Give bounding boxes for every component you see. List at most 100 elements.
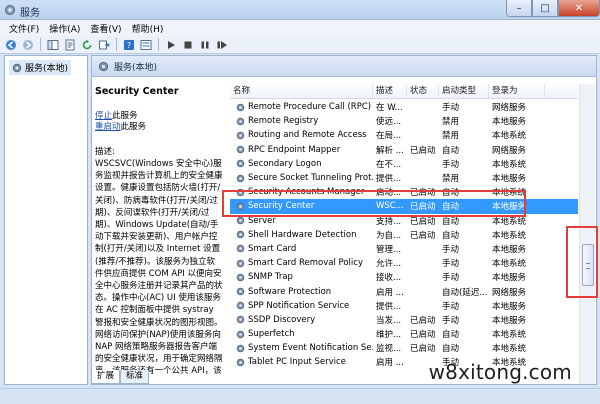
column-header-name[interactable]: 名称 — [230, 84, 373, 98]
restart-service-suffix: 此服务 — [120, 122, 147, 132]
console-tree-pane: 服务(本地) — [4, 55, 88, 385]
toolbar: ? — [0, 36, 600, 54]
help-button[interactable]: ? — [122, 38, 136, 52]
forward-arrow-icon — [23, 39, 33, 50]
service-desc-cell: 允许... — [376, 259, 402, 270]
column-header-startup-type[interactable]: 启动类型 — [439, 84, 489, 98]
export-button[interactable] — [97, 38, 111, 52]
back-button[interactable] — [4, 38, 18, 52]
service-logon-cell: 本地服务 — [492, 244, 527, 255]
table-row[interactable]: Software Protection 启用 ... 自动(延迟... 网络服务 — [230, 284, 578, 298]
maximize-button[interactable]: □ — [532, 0, 558, 17]
console-tree-button[interactable] — [46, 38, 60, 52]
table-row[interactable]: Smart Card 管理... 手动 本地服务 — [230, 242, 578, 256]
table-row[interactable]: SSDP Discovery 当发... 已启动 手动 本地服务 — [230, 313, 578, 327]
service-status-cell: 已启动 — [410, 230, 436, 241]
service-name: RPC Endpoint Mapper — [248, 144, 341, 155]
restart-service-link[interactable]: 重启动 — [95, 122, 121, 132]
column-header-description[interactable]: 描述 — [373, 84, 407, 98]
service-logon-cell: 本地系统 — [492, 159, 527, 170]
table-row[interactable]: Remote Registry 使远... 禁用 本地服务 — [230, 114, 578, 128]
selected-service-title: Security Center — [95, 86, 179, 97]
status-bar — [0, 388, 600, 404]
table-row[interactable]: System Event Notification Se... 监视... 已启动自… — [230, 341, 578, 355]
tab-standard[interactable]: 标准 — [120, 370, 150, 384]
tree-item-services-local[interactable]: 服务(本地) — [9, 60, 72, 75]
menu-action[interactable]: 操作(A) — [44, 22, 85, 35]
service-name-cell: Software Protection — [230, 287, 373, 297]
service-desc-cell: 管理... — [376, 244, 402, 255]
table-row[interactable]: Superfetch 维护... 已启动 自动 本地系统 — [230, 327, 578, 341]
column-header-logon-as[interactable]: 登录为 — [489, 84, 545, 98]
service-name: Software Protection — [248, 286, 332, 297]
service-desc-cell: 在不... — [376, 159, 402, 170]
service-logon-cell: 本地服务 — [492, 117, 527, 128]
gear-icon — [236, 216, 245, 225]
tab-extended[interactable]: 扩展 — [91, 370, 121, 384]
export-icon — [99, 40, 110, 49]
gear-icon — [236, 117, 245, 126]
restart-service-button[interactable] — [215, 38, 229, 52]
start-service-button[interactable] — [164, 38, 178, 52]
service-name-cell: Tablet PC Input Service — [230, 357, 373, 367]
service-name: SNMP Trap — [248, 272, 293, 283]
stop-service-line: 停止此服务 — [95, 111, 223, 122]
gear-icon — [236, 358, 245, 367]
menu-view[interactable]: 查看(V) — [85, 22, 126, 35]
stop-icon — [184, 41, 192, 48]
service-name: Routing and Remote Access — [248, 130, 367, 141]
view-button[interactable] — [139, 38, 153, 52]
table-row[interactable]: SNMP Trap 接收... 手动 本地服务 — [230, 270, 578, 284]
stop-service-button[interactable] — [181, 38, 195, 52]
close-button[interactable]: ✕ — [558, 0, 600, 17]
forward-button[interactable] — [21, 38, 35, 52]
service-name-cell: Server — [230, 216, 373, 226]
back-arrow-icon — [6, 39, 16, 50]
table-row[interactable]: Shell Hardware Detection 为自... 已启动 自动 本地系统 — [230, 228, 578, 242]
properties-button[interactable] — [63, 38, 77, 52]
view-tabs: 扩展 标准 — [91, 370, 150, 384]
table-row[interactable]: Secondary Logon 在不... 手动 本地系统 — [230, 157, 578, 171]
service-name: Remote Registry — [248, 116, 319, 127]
service-desc-cell: 当发... — [376, 315, 402, 326]
pause-service-button[interactable] — [198, 38, 212, 52]
properties-icon — [65, 39, 75, 50]
refresh-button[interactable] — [80, 38, 94, 52]
menu-file[interactable]: 文件(F) — [4, 22, 44, 35]
table-row[interactable]: Secure Socket Tunneling Prot... 提供... 禁用 本地… — [230, 171, 578, 185]
gear-icon — [236, 231, 245, 239]
title-bar: 服务 – □ ✕ — [0, 0, 600, 20]
service-startup-cell: 自动 — [442, 330, 460, 341]
service-name: Secure Socket Tunneling Prot... — [248, 173, 373, 184]
column-header-status[interactable]: 状态 — [407, 84, 439, 98]
service-detail-panel: Security Center 停止此服务 重启动此服务 描述: WSCSVC(… — [92, 78, 227, 384]
service-logon-cell: 本地服务 — [492, 273, 527, 284]
watermark: w8xitong.com — [428, 360, 572, 384]
service-status-cell: 已启动 — [410, 330, 436, 341]
service-name: System Event Notification Se... — [248, 343, 373, 354]
gear-icon — [236, 273, 245, 282]
table-row[interactable]: Routing and Remote Access 在局... 禁用 本地系统 — [230, 128, 578, 142]
table-row[interactable]: SPP Notification Service 提供... 手动 本地服务 — [230, 299, 578, 313]
table-row[interactable]: Remote Procedure Call (RPC) ... 在 W... 手动 网… — [230, 100, 578, 114]
pause-icon — [201, 41, 209, 48]
menu-bar: 文件(F) 操作(A) 查看(V) 帮助(H) — [0, 20, 600, 36]
service-startup-cell: 手动 — [442, 273, 460, 284]
services-app-icon — [5, 5, 15, 15]
stop-service-link[interactable]: 停止 — [95, 111, 112, 121]
menu-help[interactable]: 帮助(H) — [127, 22, 169, 35]
service-startup-cell: 禁用 — [442, 174, 460, 185]
service-name: Shell Hardware Detection — [248, 229, 357, 240]
gear-icon — [236, 301, 245, 310]
table-row[interactable]: Smart Card Removal Policy 允许... 手动 本地系统 — [230, 256, 578, 270]
service-desc-cell: 监视... — [376, 344, 402, 355]
table-row[interactable]: RPC Endpoint Mapper 解析 ... 已启动 自动 网络服务 — [230, 143, 578, 157]
service-name-cell: Remote Procedure Call (RPC) ... — [230, 102, 373, 112]
restart-icon — [217, 40, 227, 49]
service-startup-cell: 手动 — [442, 301, 460, 312]
service-logon-cell: 本地服务 — [492, 301, 527, 312]
scrollbar-highlight-box — [566, 226, 598, 298]
minimize-button[interactable]: – — [506, 0, 532, 17]
service-desc-cell: 启用 ... — [376, 287, 404, 298]
service-startup-cell: 手动 — [442, 159, 460, 170]
